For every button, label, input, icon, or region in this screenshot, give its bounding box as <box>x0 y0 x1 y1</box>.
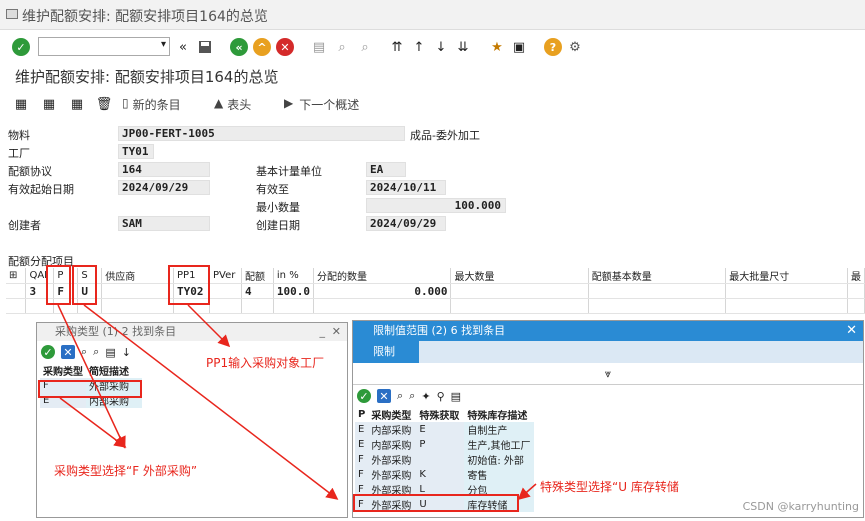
annotation-arrows <box>57 304 537 500</box>
arrow-proc-type-from-grid <box>57 304 126 449</box>
annotation-pp1: PP1输入采购对象工厂 <box>206 356 325 370</box>
arrow-pp1 <box>187 304 231 348</box>
arrow-proc-type-from-popup <box>59 397 127 448</box>
arrow-special-from-label <box>517 483 537 500</box>
annotation-special-type: 特殊类型选择“U 库存转储 <box>540 480 679 494</box>
annotation-procurement-type: 采购类型选择“F 外部采购” <box>54 464 198 478</box>
watermark: CSDN @karryhunting <box>742 500 859 513</box>
